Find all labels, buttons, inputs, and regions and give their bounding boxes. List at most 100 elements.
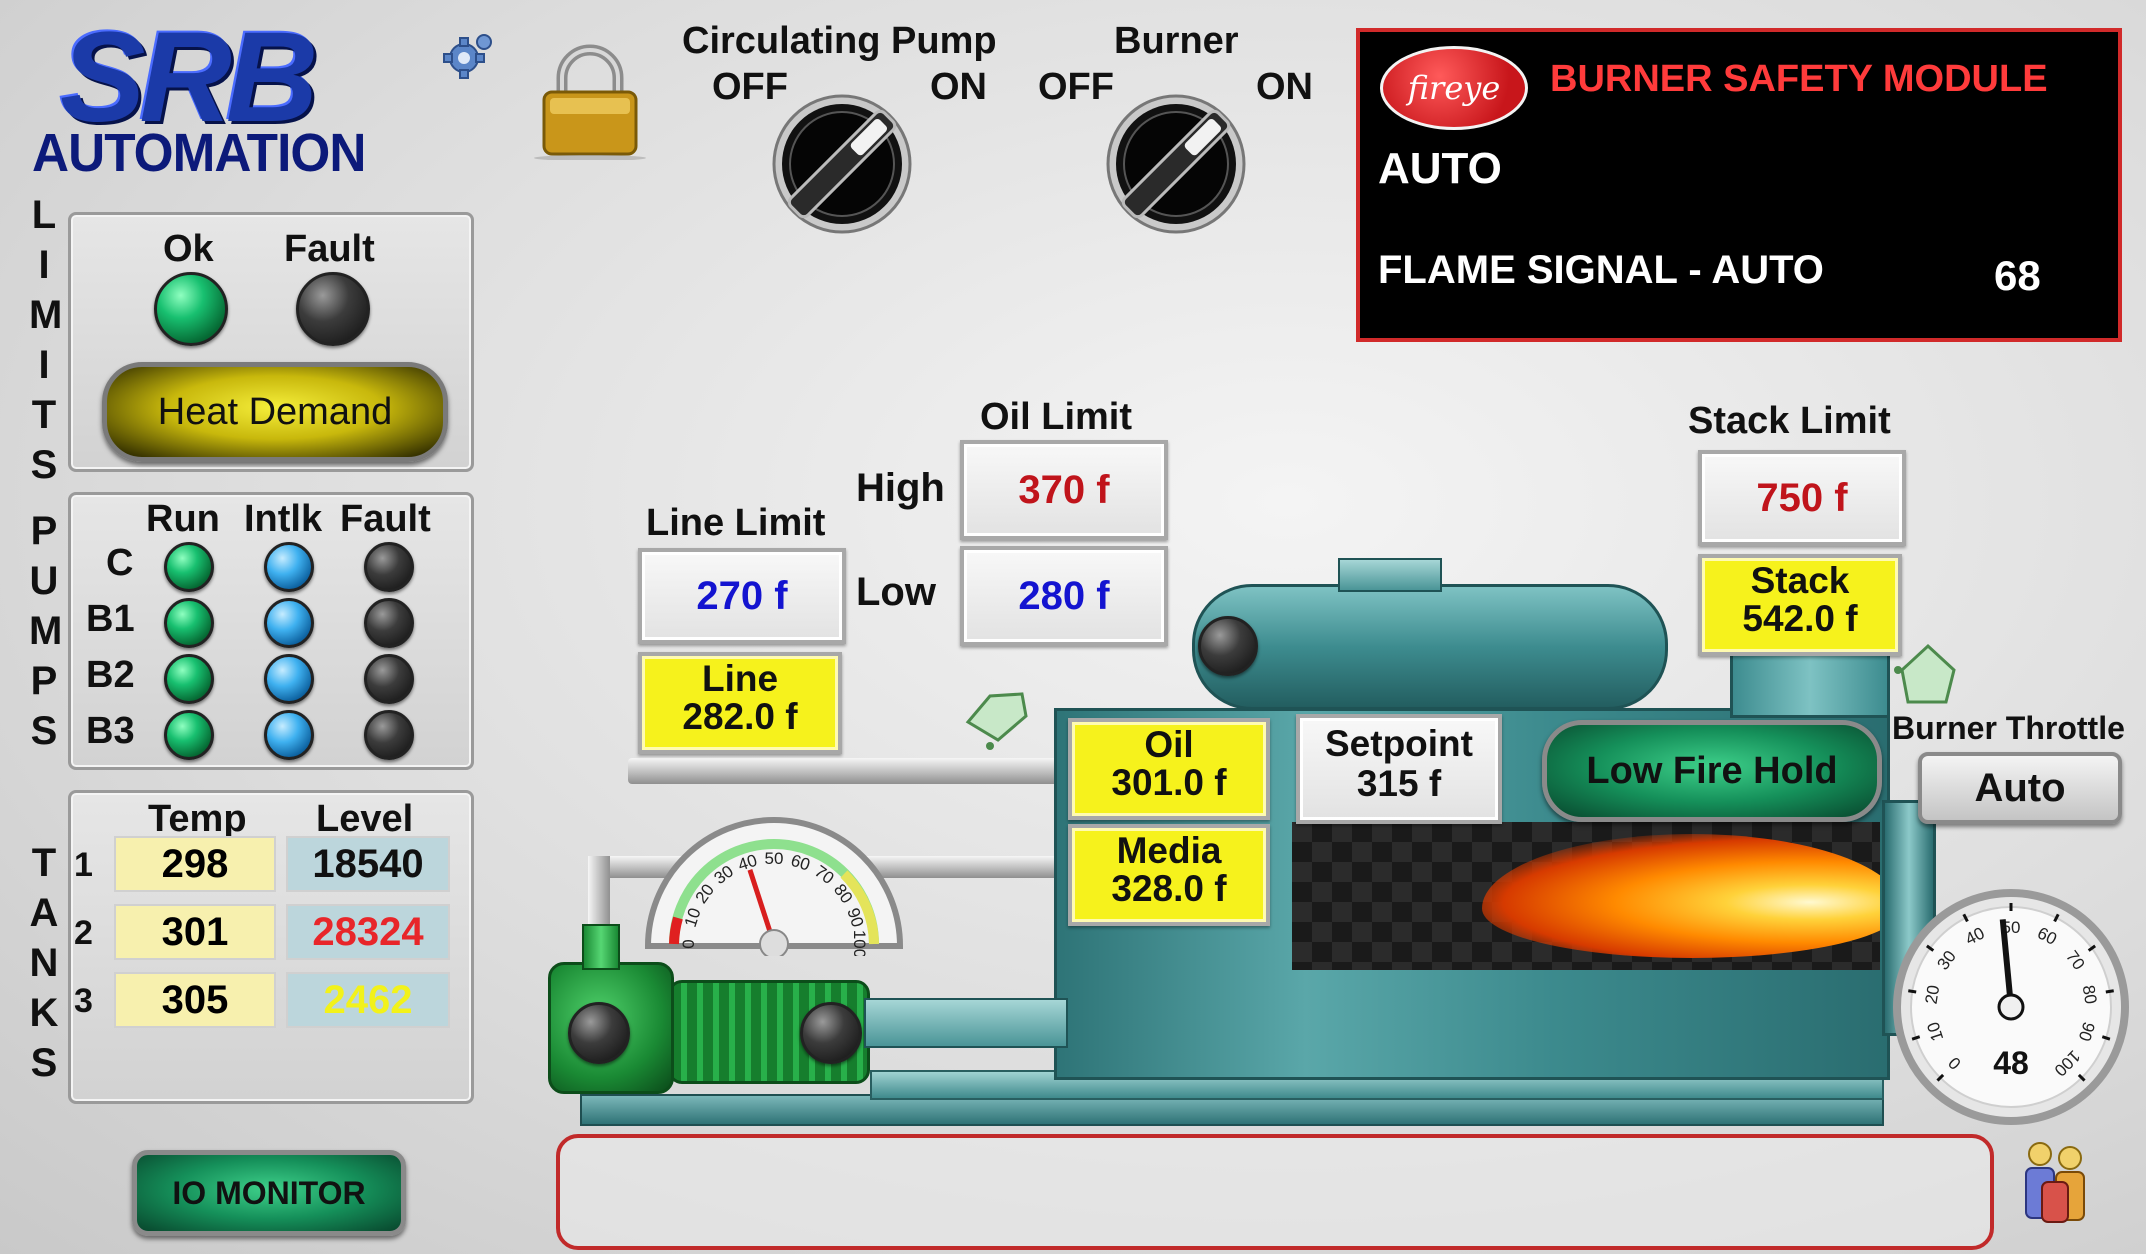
ok-label: Ok (163, 228, 214, 270)
message-bar (556, 1134, 1994, 1250)
line-reading: Line 282.0 f (638, 652, 842, 754)
valve-icon[interactable] (960, 676, 1040, 756)
burner-off-label: OFF (1038, 66, 1114, 108)
throttle-title: Burner Throttle (1892, 710, 2125, 746)
burner-safety-module: fireye BURNER SAFETY MODULE AUTO FLAME S… (1356, 28, 2122, 342)
lock-icon[interactable] (530, 40, 650, 161)
flame-icon (1482, 834, 1880, 958)
run-col-label: Run (146, 498, 220, 540)
io-monitor-button[interactable]: IO MONITOR (132, 1150, 406, 1236)
stack-limit-input[interactable]: 750 f (1698, 450, 1906, 546)
fault-lamp (296, 272, 370, 346)
throttle-tick (1908, 989, 1917, 994)
throttle-tick-label: 80 (2079, 984, 2101, 1006)
fault-label: Fault (284, 228, 375, 270)
throttle-tick-label: 20 (1922, 984, 1944, 1006)
intlk-lamp (264, 598, 314, 648)
tank-temp: 298 (114, 836, 276, 892)
pump-inlet (582, 924, 620, 970)
intlk-lamp (264, 710, 314, 760)
tank-level: 18540 (286, 836, 450, 892)
run-lamp (164, 654, 214, 704)
run-lamp (164, 598, 214, 648)
setpoint-value: 315 f (1356, 763, 1442, 804)
intlk-col-label: Intlk (244, 498, 323, 540)
users-icon[interactable] (2020, 1140, 2094, 1224)
heat-demand-button[interactable]: Heat Demand (102, 362, 448, 462)
fault-lamp (364, 542, 414, 592)
ok-lamp (154, 272, 228, 346)
stack-reading-value: 542.0 f (1742, 598, 1858, 639)
gauge-tick-label: 0 (679, 939, 698, 948)
media-reading: Media 328.0 f (1068, 824, 1270, 926)
pump-row-b2: B2 (80, 654, 460, 704)
circulating-pump-switch[interactable] (770, 92, 920, 242)
safety-title: BURNER SAFETY MODULE (1550, 58, 2048, 100)
run-lamp (164, 710, 214, 760)
tanks-side-label: TANKS (29, 841, 59, 1085)
intlk-lamp (264, 542, 314, 592)
temp-col-label: Temp (148, 798, 247, 840)
pump-row-b3: B3 (80, 710, 460, 760)
stack-reading: Stack 542.0 f (1698, 554, 1902, 656)
pressure-gauge: 0 10 20 30 40 50 60 70 80 90 100 (634, 796, 914, 959)
motor-light (800, 1002, 862, 1064)
pump-label: B2 (86, 654, 135, 696)
safety-mode: AUTO (1378, 144, 1502, 193)
tank-row-1: 1 298 18540 (70, 836, 466, 892)
oil-reading-label: Oil (1144, 724, 1194, 765)
tank-row-2: 2 301 28324 (70, 904, 466, 960)
stack-reading-label: Stack (1750, 560, 1850, 601)
oil-reading: Oil 301.0 f (1068, 718, 1270, 820)
setpoint-label: Setpoint (1325, 723, 1473, 764)
stack-duct (1730, 650, 1890, 718)
logo: SRB AUTOMATION (30, 6, 460, 183)
setpoint-input[interactable]: Setpoint 315 f (1296, 714, 1502, 824)
pump-inlet-light (568, 1002, 630, 1064)
flame-signal-value: 68 (1994, 252, 2041, 299)
tank-number: 1 (74, 846, 93, 884)
oil-high-limit-input[interactable]: 370 f (960, 440, 1168, 540)
throttle-mode-button[interactable]: Auto (1918, 752, 2122, 824)
media-reading-value: 328.0 f (1111, 868, 1227, 909)
oil-limit-title: Oil Limit (980, 396, 1132, 438)
gauge-tick-label: 100 (850, 930, 869, 956)
burner-on-label: ON (1256, 66, 1313, 108)
oil-low-limit-input[interactable]: 280 f (960, 546, 1168, 646)
line-reading-value: 282.0 f (682, 696, 798, 737)
fireye-logo: fireye (1380, 46, 1528, 130)
tank-temp: 305 (114, 972, 276, 1028)
boiler-sight-glass (1198, 616, 1258, 676)
throttle-tick (2105, 989, 2114, 994)
firebox (1292, 822, 1880, 970)
line-reading-label: Line (701, 658, 779, 699)
pump-label: B3 (86, 710, 135, 752)
low-fire-hold-label: Low Fire Hold (1586, 749, 1838, 792)
fault-lamp (364, 654, 414, 704)
low-fire-hold-button[interactable]: Low Fire Hold (1542, 720, 1882, 822)
line-limit-input[interactable]: 270 f (638, 548, 846, 644)
fault-col-label: Fault (340, 498, 431, 540)
pump-on-label: ON (930, 66, 987, 108)
pump-row-b1: B1 (80, 598, 460, 648)
heat-demand-label: Heat Demand (157, 390, 393, 433)
oil-reading-value: 301.0 f (1111, 762, 1227, 803)
throttle-value: 48 (1993, 1045, 2029, 1081)
burner-switch-title: Burner (1114, 20, 1239, 62)
throttle-gauge: 0 10 20 30 40 50 60 70 80 90 100 48 (1892, 888, 2130, 1126)
tank-number: 2 (74, 914, 93, 952)
tank-number: 3 (74, 982, 93, 1020)
pumps-side-label: PUMPS (29, 509, 63, 753)
stack-limit-title: Stack Limit (1688, 400, 1891, 442)
boiler-nozzle (1338, 558, 1442, 592)
tank-temp: 301 (114, 904, 276, 960)
flame-signal-label: FLAME SIGNAL - AUTO (1378, 248, 1824, 292)
boiler-tank (1192, 584, 1668, 710)
gear-icon[interactable] (440, 30, 496, 86)
pump-row-c: C (80, 542, 460, 592)
fault-lamp (364, 598, 414, 648)
io-monitor-label: IO MONITOR (172, 1174, 366, 1211)
tank-level: 2462 (286, 972, 450, 1028)
limits-side-label: LIMITS (29, 193, 63, 487)
burner-switch[interactable] (1104, 92, 1254, 242)
